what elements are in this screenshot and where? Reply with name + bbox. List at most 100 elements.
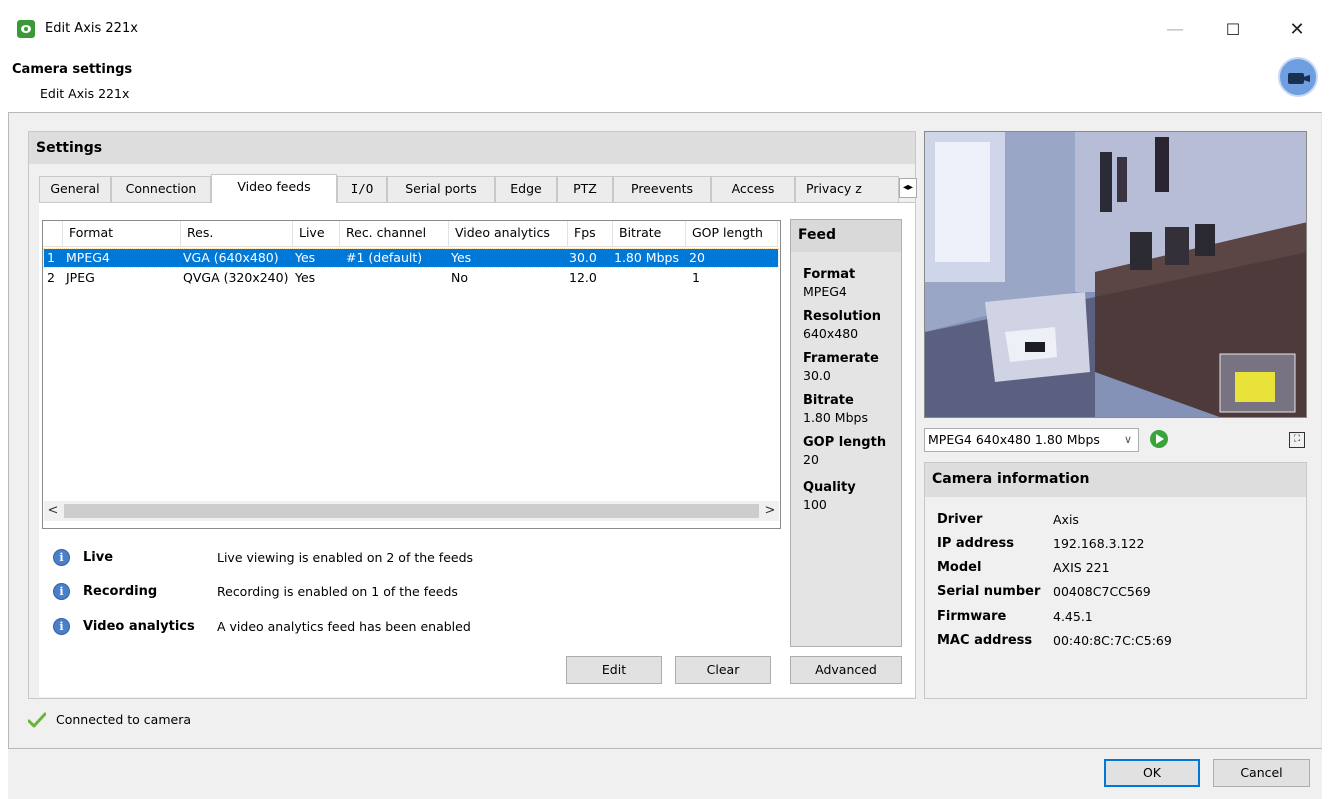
settings-title: Settings <box>36 140 103 156</box>
camera-preview-image[interactable] <box>924 131 1307 418</box>
column-header-format[interactable]: Format <box>63 221 181 247</box>
dialog-header: Camera settings Edit Axis 221x <box>0 52 1330 110</box>
tab-io[interactable]: I/O <box>337 176 387 202</box>
info-label-live: Live <box>83 550 114 565</box>
column-header-rec-channel[interactable]: Rec. channel <box>340 221 449 247</box>
tab-access[interactable]: Access <box>711 176 795 202</box>
info-icon: i <box>53 549 70 566</box>
checkmark-icon <box>28 712 46 728</box>
tab-video-feeds[interactable]: Video feeds <box>211 174 337 203</box>
maximize-button[interactable]: ☐ <box>1218 16 1248 44</box>
horizontal-scrollbar[interactable]: < > <box>44 501 779 521</box>
cancel-button[interactable]: Cancel <box>1213 759 1310 787</box>
feed-value-format: MPEG4 <box>803 284 847 299</box>
scroll-left-button[interactable]: < <box>44 502 62 520</box>
close-button[interactable]: ✕ <box>1282 16 1312 44</box>
column-header-live[interactable]: Live <box>293 221 340 247</box>
feed-details-panel: Feed Format MPEG4 Resolution 640x480 Fra… <box>790 219 902 647</box>
info-label-video-analytics: Video analytics <box>83 619 195 634</box>
info-icon: i <box>53 583 70 600</box>
row-number: 2 <box>47 270 55 285</box>
dialog-window: Edit Axis 221x — ☐ ✕ Camera settings Edi… <box>0 0 1330 799</box>
app-eye-icon <box>17 20 35 38</box>
cam-label-driver: Driver <box>937 512 983 527</box>
cell-video-analytics: Yes <box>451 250 472 265</box>
cell-format: JPEG <box>66 270 95 285</box>
tab-privacy-zones[interactable]: Privacy z <box>795 176 899 202</box>
feed-select-value: MPEG4 640x480 1.80 Mbps <box>928 432 1100 447</box>
cell-res: VGA (640x480) <box>183 250 279 265</box>
feed-header: Feed <box>791 220 901 252</box>
column-header-fps[interactable]: Fps <box>568 221 613 247</box>
cell-format: MPEG4 <box>66 250 110 265</box>
feed-label-framerate: Framerate <box>803 351 879 366</box>
column-header-bitrate[interactable]: Bitrate <box>613 221 686 247</box>
cam-label-serial-number: Serial number <box>937 584 1041 599</box>
cell-video-analytics: No <box>451 270 468 285</box>
camera-information-panel: Camera information Driver Axis IP addres… <box>924 462 1307 699</box>
feed-label-format: Format <box>803 267 856 282</box>
table-row[interactable]: 2 JPEG QVGA (320x240) Yes No 12.0 1 <box>44 269 778 287</box>
clear-button[interactable]: Clear <box>675 656 771 684</box>
tab-scroll-icon[interactable]: ◂▸ <box>899 178 917 198</box>
row-number: 1 <box>47 250 55 265</box>
camera-badge-icon <box>1278 57 1318 97</box>
info-label-recording: Recording <box>83 584 158 599</box>
tab-preevents[interactable]: Preevents <box>613 176 711 202</box>
play-icon[interactable] <box>1150 430 1168 448</box>
camera-information-title: Camera information <box>932 471 1090 487</box>
title-bar: Edit Axis 221x — ☐ ✕ <box>0 12 1330 52</box>
column-header-res[interactable]: Res. <box>181 221 293 247</box>
scrollbar-thumb[interactable] <box>64 504 759 518</box>
info-text-live: Live viewing is enabled on 2 of the feed… <box>217 550 474 565</box>
cam-label-firmware: Firmware <box>937 609 1007 624</box>
feed-label-gop-length: GOP length <box>803 435 887 450</box>
edit-button[interactable]: Edit <box>566 656 662 684</box>
tab-ptz[interactable]: PTZ <box>557 176 613 202</box>
cam-value-driver: Axis <box>1053 512 1079 527</box>
cell-gop-length: 1 <box>692 270 700 285</box>
cam-value-mac-address: 00:40:8C:7C:C5:69 <box>1053 633 1172 648</box>
cell-bitrate: 1.80 Mbps <box>614 250 679 265</box>
feed-value-framerate: 30.0 <box>803 368 831 383</box>
tab-connection[interactable]: Connection <box>111 176 211 202</box>
info-icon: i <box>53 618 70 635</box>
cell-res: QVGA (320x240) <box>183 270 289 285</box>
header-title: Camera settings <box>12 62 133 77</box>
cam-label-mac-address: MAC address <box>937 633 1033 648</box>
info-text-video-analytics: A video analytics feed has been enabled <box>217 619 471 634</box>
feed-label-resolution: Resolution <box>803 309 882 324</box>
cell-rec-channel: #1 (default) <box>346 250 423 265</box>
tab-strip: General Connection Video feeds I/O Seria… <box>39 174 917 203</box>
table-row[interactable]: 1 MPEG4 VGA (640x480) Yes #1 (default) Y… <box>43 248 779 268</box>
tab-edge[interactable]: Edge <box>495 176 557 202</box>
feed-value-bitrate: 1.80 Mbps <box>803 410 868 425</box>
scroll-right-button[interactable]: > <box>761 502 779 520</box>
video-feeds-table[interactable]: Format Res. Live Rec. channel Video anal… <box>42 220 781 529</box>
info-text-recording: Recording is enabled on 1 of the feeds <box>217 584 458 599</box>
feed-label-quality: Quality <box>803 480 856 495</box>
ok-button[interactable]: OK <box>1104 759 1200 787</box>
cell-live: Yes <box>295 270 316 285</box>
cell-gop-length: 20 <box>689 250 705 265</box>
advanced-button[interactable]: Advanced <box>790 656 902 684</box>
column-header-gop-length[interactable]: GOP length <box>686 221 778 247</box>
window-title: Edit Axis 221x <box>45 21 138 36</box>
feed-label-bitrate: Bitrate <box>803 393 854 408</box>
fullscreen-icon[interactable]: ⛶ <box>1289 432 1305 448</box>
cam-label-model: Model <box>937 560 982 575</box>
table-header-number <box>43 221 63 247</box>
cam-value-firmware: 4.45.1 <box>1053 609 1093 624</box>
minimize-button[interactable]: — <box>1160 16 1190 44</box>
feed-value-resolution: 640x480 <box>803 326 859 341</box>
cam-value-ip-address: 192.168.3.122 <box>1053 536 1145 551</box>
settings-header: Settings <box>29 132 915 164</box>
feed-title: Feed <box>798 227 837 243</box>
chevron-down-icon: ∨ <box>1123 433 1132 446</box>
tab-general[interactable]: General <box>39 176 111 202</box>
feed-select-dropdown[interactable]: MPEG4 640x480 1.80 Mbps ∨ <box>924 428 1139 452</box>
header-subtitle: Edit Axis 221x <box>40 86 130 101</box>
connection-status: Connected to camera <box>56 712 192 727</box>
tab-serial-ports[interactable]: Serial ports <box>387 176 495 202</box>
column-header-video-analytics[interactable]: Video analytics <box>449 221 568 247</box>
